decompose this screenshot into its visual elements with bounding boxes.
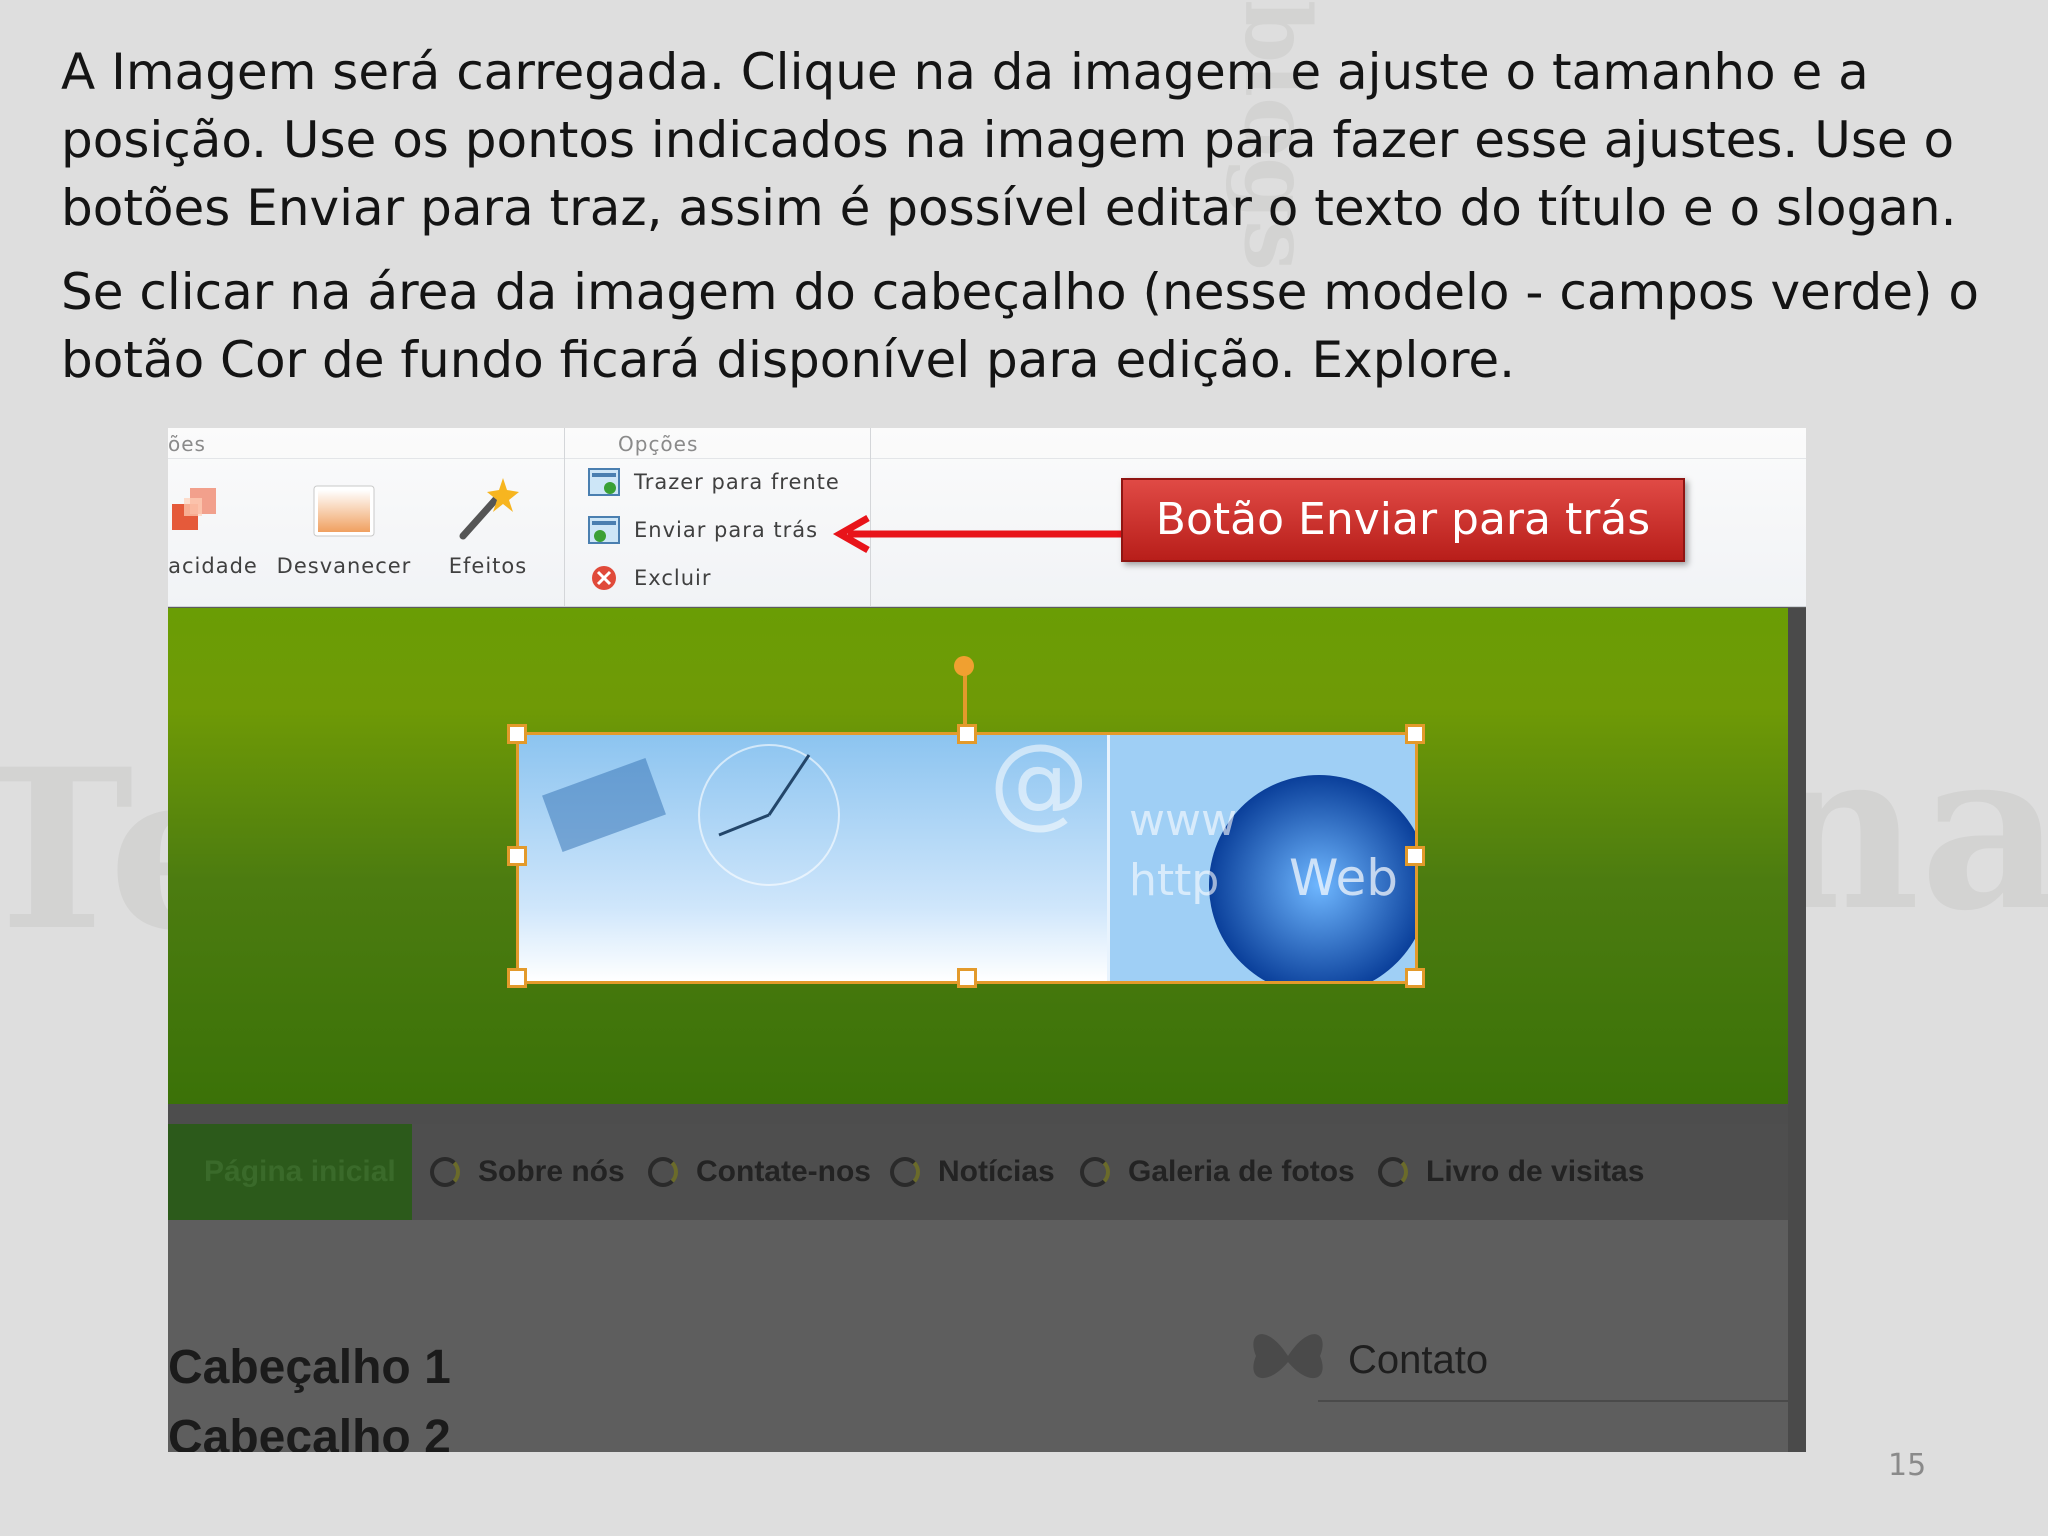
page-number: 15 — [1888, 1448, 1927, 1483]
transparency-button[interactable]: acidade — [168, 480, 258, 578]
nav-bullet-icon — [1378, 1157, 1408, 1187]
resize-handle-bottom-left[interactable] — [507, 968, 527, 988]
send-backward-label: Enviar para trás — [634, 518, 819, 542]
banner-http: http — [1129, 855, 1219, 906]
bring-forward-label: Trazer para frente — [634, 470, 840, 494]
bring-forward-icon — [588, 468, 620, 496]
nav-item-gallery[interactable]: Galeria de fotos — [1080, 1142, 1355, 1202]
nav-bullet-icon — [430, 1157, 460, 1187]
resize-handle-bottom-right[interactable] — [1405, 968, 1425, 988]
bring-forward-option[interactable]: Trazer para frente — [588, 468, 840, 496]
transparency-label: acidade — [168, 554, 258, 578]
resize-handle-top[interactable] — [957, 724, 977, 744]
scrollbar[interactable] — [1788, 608, 1806, 1452]
banner-graphic: @ www http Web — [519, 735, 1415, 981]
delete-label: Excluir — [634, 566, 712, 590]
send-backward-icon — [588, 516, 620, 544]
contact-heading[interactable]: Contato — [1348, 1338, 1488, 1383]
fade-label: Desvanecer — [276, 554, 412, 578]
nav-bullet-icon — [890, 1157, 920, 1187]
resize-handle-right[interactable] — [1405, 846, 1425, 866]
fade-button[interactable]: Desvanecer — [276, 480, 412, 578]
fade-icon — [313, 485, 375, 537]
banner-www: www — [1129, 795, 1237, 846]
resize-handle-bottom[interactable] — [957, 968, 977, 988]
delete-option[interactable]: Excluir — [588, 564, 712, 592]
nav-bullet-icon — [648, 1157, 678, 1187]
svg-text:@: @ — [989, 735, 1089, 839]
banner-web: Web — [1289, 849, 1398, 907]
instruction-paragraph-2: Se clicar na área da imagem do cabeçalho… — [61, 263, 1979, 389]
nav-item-news[interactable]: Notícias — [890, 1142, 1055, 1202]
butterfly-icon — [1253, 1334, 1323, 1379]
send-backward-option[interactable]: Enviar para trás — [588, 516, 818, 544]
heading-1[interactable]: Cabeçalho 1 — [168, 1340, 451, 1395]
nav-item-contact[interactable]: Contate-nos — [648, 1142, 871, 1202]
heading-2[interactable]: Cabeçalho 2 — [168, 1410, 451, 1452]
nav-item-guestbook[interactable]: Livro de visitas — [1378, 1142, 1644, 1202]
effects-label: Efeitos — [448, 554, 528, 578]
send-backward-callout: Botão Enviar para trás — [1121, 478, 1685, 562]
group-title-options: Opções — [618, 432, 699, 456]
ribbon-toolbar: ões Opções acidade Desvanecer Efeitos Tr… — [168, 428, 1806, 607]
resize-handle-top-left[interactable] — [507, 724, 527, 744]
resize-handle-left[interactable] — [507, 846, 527, 866]
resize-handle-top-right[interactable] — [1405, 724, 1425, 744]
nav-item-about[interactable]: Sobre nós — [430, 1142, 625, 1202]
group-title-left: ões — [168, 432, 206, 456]
effects-button[interactable]: Efeitos — [430, 474, 546, 578]
rotate-handle[interactable] — [954, 656, 974, 676]
editor-screenshot: ões Opções acidade Desvanecer Efeitos Tr… — [168, 428, 1806, 1452]
transparency-icon — [172, 488, 216, 530]
delete-icon — [592, 566, 616, 590]
magic-wand-icon — [459, 478, 519, 540]
nav-bullet-icon — [1080, 1157, 1110, 1187]
nav-item-home[interactable]: Página inicial — [204, 1142, 396, 1202]
selected-banner-image[interactable]: @ www http Web — [516, 732, 1418, 984]
instruction-paragraph-1: A Imagem será carregada. Clique na da im… — [61, 43, 1957, 237]
